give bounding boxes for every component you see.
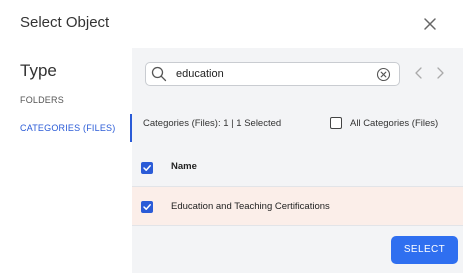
clear-circle-icon[interactable] (376, 67, 391, 82)
close-icon[interactable] (420, 14, 440, 34)
search-box (145, 62, 400, 86)
sidebar-heading: Type (20, 61, 57, 80)
selection-summary: Categories (Files): 1 | 1 Selected All C… (132, 110, 463, 138)
row-checkbox[interactable] (141, 201, 153, 213)
results-table: Name Education and Teaching Certificatio… (132, 148, 463, 226)
type-sidebar: Type FOLDERS CATEGORIES (FILES) (0, 48, 132, 273)
sidebar-item-folders[interactable]: FOLDERS (0, 86, 132, 114)
all-categories-checkbox[interactable] (330, 117, 342, 129)
table-header-row: Name (132, 148, 463, 187)
row-name: Education and Teaching Certifications (171, 201, 330, 212)
chevron-left-icon[interactable] (413, 66, 425, 80)
dialog-header: Select Object (0, 0, 463, 48)
object-list-panel: Categories (Files): 1 | 1 Selected All C… (132, 48, 463, 273)
chevron-right-icon[interactable] (434, 66, 446, 80)
sidebar-item-categories[interactable]: CATEGORIES (FILES) (0, 114, 132, 142)
dialog-title: Select Object (20, 14, 110, 31)
table-row[interactable]: Education and Teaching Certifications (132, 187, 463, 226)
selection-count: Categories (Files): 1 | 1 Selected (143, 118, 282, 129)
select-button[interactable]: SELECT (391, 236, 458, 264)
search-input[interactable] (176, 66, 356, 82)
select-all-checkbox[interactable] (141, 162, 153, 174)
column-header-name[interactable]: Name (171, 161, 197, 172)
select-object-dialog: Select Object Type FOLDERS CATEGORIES (F… (0, 0, 463, 273)
search-icon (151, 66, 167, 82)
all-categories-label: All Categories (Files) (350, 118, 439, 129)
